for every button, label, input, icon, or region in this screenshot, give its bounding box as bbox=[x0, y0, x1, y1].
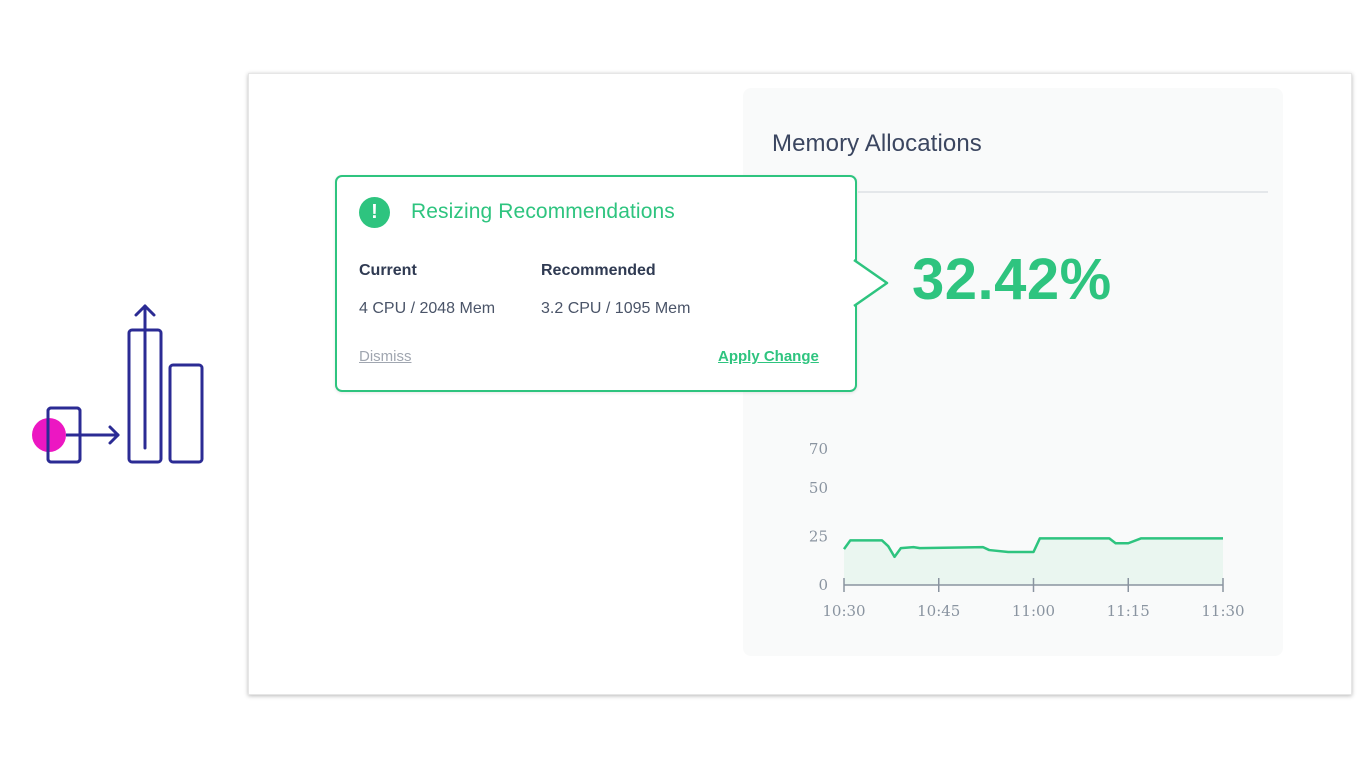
x-tick-label: 11:00 bbox=[1012, 602, 1055, 620]
recommended-value: 3.2 CPU / 1095 Mem bbox=[541, 300, 691, 317]
memory-chart: 10:30 10:45 11:00 11:15 11:30 0 25 50 70 bbox=[809, 440, 1245, 620]
current-label: Current bbox=[359, 262, 417, 279]
panel-title: Memory Allocations bbox=[772, 130, 982, 157]
y-tick-label: 70 bbox=[809, 440, 828, 458]
exclamation-icon: ! bbox=[359, 197, 390, 228]
x-tick-label: 11:30 bbox=[1201, 602, 1244, 620]
y-tick-label: 50 bbox=[809, 479, 828, 497]
popover-title: Resizing Recommendations bbox=[411, 200, 675, 223]
x-tick-label: 11:15 bbox=[1107, 602, 1150, 620]
recommended-label: Recommended bbox=[541, 262, 656, 279]
popover-pointer bbox=[853, 258, 889, 308]
resize-bars-icon bbox=[32, 304, 204, 464]
current-value: 4 CPU / 2048 Mem bbox=[359, 300, 496, 317]
y-tick-label: 0 bbox=[818, 576, 828, 594]
x-tick-label: 10:45 bbox=[917, 602, 960, 620]
panel-divider bbox=[858, 191, 1268, 193]
memory-percentage: 32.42% bbox=[912, 247, 1112, 312]
y-tick-label: 25 bbox=[809, 527, 828, 545]
x-tick-label: 10:30 bbox=[822, 602, 865, 620]
dismiss-link[interactable]: Dismiss bbox=[359, 348, 412, 365]
apply-change-link[interactable]: Apply Change bbox=[718, 348, 819, 365]
